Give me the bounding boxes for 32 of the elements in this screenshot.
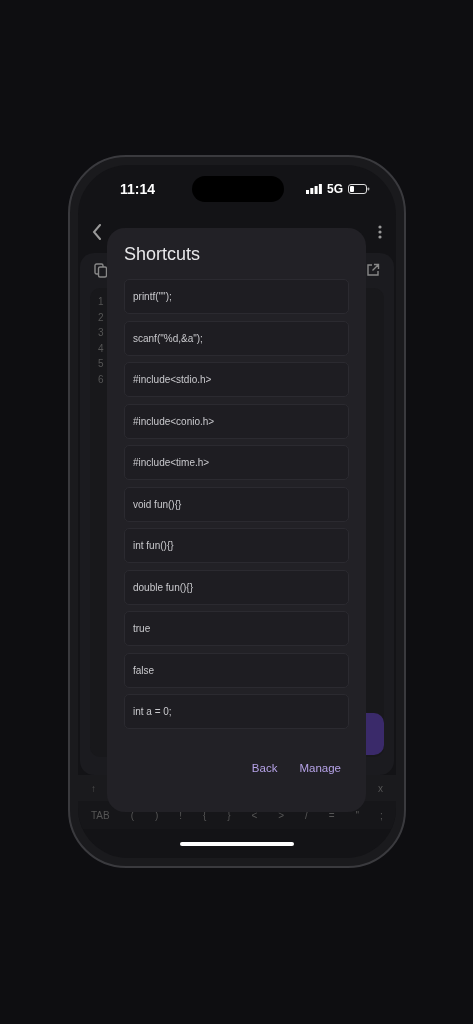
dialog-title: Shortcuts [124, 244, 202, 265]
network-label: 5G [327, 182, 343, 196]
more-icon[interactable] [378, 225, 382, 239]
line-number: 3 [98, 326, 104, 340]
shortcut-item[interactable]: int a = 0; [124, 694, 349, 729]
dialog-button[interactable]: Back [243, 758, 286, 778]
battery-icon [348, 184, 370, 194]
status-time: 11:14 [120, 181, 156, 197]
shortcut-item[interactable]: printf(""); [124, 279, 349, 314]
shortcut-item[interactable]: false [124, 652, 349, 688]
shortcut-item[interactable]: #include<time.h> [124, 445, 349, 480]
shortcut-item[interactable]: true [124, 611, 349, 646]
keyboard-key[interactable]: ↑ [88, 782, 99, 794]
shortcut-item[interactable]: scanf("%d,&a"); [124, 320, 349, 356]
shortcut-item[interactable]: #include<stdio.h> [124, 362, 349, 397]
keyboard-key[interactable]: TAB [88, 809, 113, 821]
dialog-button[interactable]: Manage [291, 758, 349, 778]
shortcut-item[interactable]: void fun(){} [124, 486, 349, 522]
keyboard-key[interactable]: ; [377, 809, 386, 821]
copy-icon[interactable] [94, 263, 108, 278]
keyboard-key[interactable]: < [248, 809, 261, 821]
signal-icon [306, 184, 322, 194]
line-number: 4 [98, 341, 104, 356]
shortcut-item[interactable]: #include<conio.h> [124, 403, 349, 439]
back-icon[interactable] [92, 224, 102, 240]
keyboard-key[interactable]: > [275, 809, 288, 821]
keyboard-key[interactable]: " [352, 809, 363, 821]
shortcut-item[interactable]: double fun(){} [124, 569, 349, 605]
keyboard-key[interactable]: = [325, 809, 338, 821]
open-external-icon[interactable] [366, 263, 380, 277]
keyboard-key[interactable]: x [375, 782, 386, 794]
shortcut-item[interactable]: int fun(){} [124, 528, 349, 563]
